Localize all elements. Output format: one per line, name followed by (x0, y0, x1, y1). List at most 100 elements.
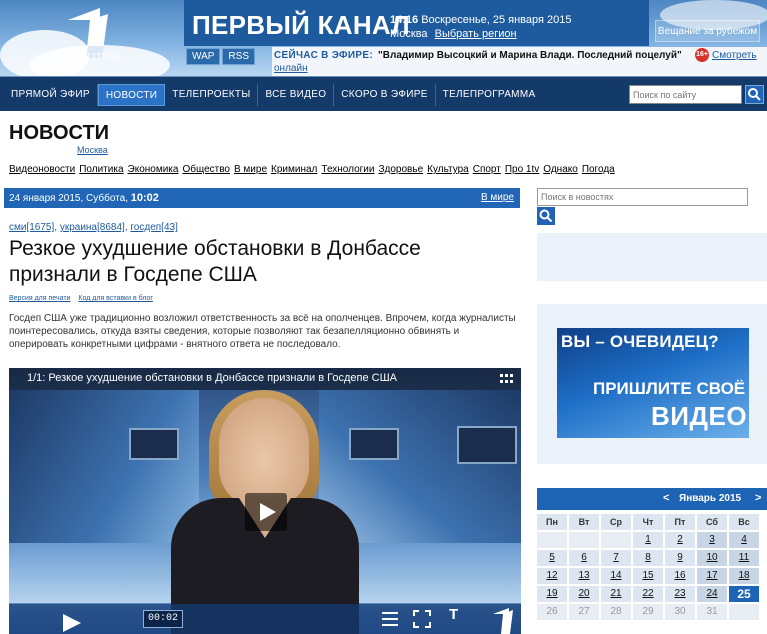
category-link[interactable]: Здоровье (378, 164, 423, 175)
category-link[interactable]: Однако (543, 164, 578, 175)
wap-button[interactable]: WAP (186, 48, 221, 65)
nav-item-news[interactable]: НОВОСТИ (97, 83, 166, 106)
calendar-day[interactable]: 14 (601, 568, 631, 584)
calendar-weekday: Пт (665, 514, 695, 530)
calendar-weekday: Чт (633, 514, 663, 530)
article-date-text: 24 января 2015, Суббота, (9, 193, 128, 204)
category-link[interactable]: Спорт (473, 164, 501, 175)
eyewitness-promo-banner[interactable]: ВЫ – ОЧЕВИДЕЦ? ПРИШЛИТЕ СВОЁ ВИДЕО (557, 328, 749, 438)
video-title-bar: 1/1: Резкое ухудшение обстановки в Донба… (9, 368, 521, 390)
video-player[interactable]: 1/1: Резкое ухудшение обстановки в Донба… (9, 368, 521, 634)
on-air-title[interactable]: "Владимир Высоцкий и Марина Влади. После… (378, 50, 682, 61)
calendar-day[interactable]: 8 (633, 550, 663, 566)
calendar-day[interactable]: 1 (633, 532, 663, 548)
search-icon (748, 88, 761, 101)
online-link[interactable]: онлайн (274, 63, 308, 74)
nav-item-projects[interactable]: ТЕЛЕПРОЕКТЫ (165, 83, 259, 106)
calendar-day: 31 (697, 604, 727, 620)
nav-item-all-video[interactable]: ВСЕ ВИДЕО (258, 83, 335, 106)
category-link[interactable]: В мире (234, 164, 267, 175)
rubric-link[interactable]: В мире (481, 192, 514, 203)
category-link[interactable]: Про 1tv (505, 164, 539, 175)
calendar-day[interactable]: 20 (569, 586, 599, 602)
tag-link[interactable]: украина[8684] (60, 222, 125, 233)
calendar-day[interactable]: 13 (569, 568, 599, 584)
calendar-day[interactable]: 7 (601, 550, 631, 566)
embed-code-link[interactable]: Код для вставки в блог (78, 295, 153, 302)
print-version-link[interactable]: Версия для печати (9, 295, 70, 302)
category-link[interactable]: Экономика (128, 164, 179, 175)
calendar-weekday: Вт (569, 514, 599, 530)
playlist-grid-icon[interactable] (500, 374, 513, 384)
nav-item-tv-guide[interactable]: ТЕЛЕПРОГРАММА (436, 84, 543, 106)
calendar-next-button[interactable]: > (755, 492, 761, 504)
calendar-prev-button[interactable]: < (663, 492, 669, 504)
calendar-day[interactable]: 16 (665, 568, 695, 584)
studio-screen (129, 428, 179, 460)
article-date: 24 января 2015, Суббота, 10:02 (9, 192, 159, 204)
watch-link[interactable]: Смотреть (712, 50, 757, 61)
calendar-day-today[interactable]: 25 (729, 586, 759, 602)
calendar-weekday: Вс (729, 514, 759, 530)
logo-url[interactable]: WWW.1TV.RU (66, 52, 121, 61)
site-search-button[interactable] (745, 85, 764, 104)
feed-buttons: WAP RSS (186, 48, 255, 65)
calendar-day[interactable]: 2 (665, 532, 695, 548)
calendar-day[interactable]: 5 (537, 550, 567, 566)
calendar-day[interactable]: 9 (665, 550, 695, 566)
current-datetime: 14:16 Воскресенье, 25 января 2015 (390, 14, 572, 26)
category-link[interactable]: Политика (79, 164, 123, 175)
category-link[interactable]: Криминал (271, 164, 317, 175)
fullscreen-icon[interactable] (413, 610, 431, 628)
calendar-day[interactable]: 17 (697, 568, 727, 584)
search-icon (539, 209, 553, 223)
tag-link[interactable]: госдеп[43] (130, 222, 177, 233)
subtitles-button[interactable]: T (449, 606, 458, 623)
video-time: 00:02 (143, 610, 183, 628)
news-search-input[interactable] (537, 188, 748, 206)
calendar-day: 28 (601, 604, 631, 620)
calendar-weekday: Ср (601, 514, 631, 530)
current-date: Воскресенье, 25 января 2015 (421, 14, 572, 26)
calendar-day[interactable]: 24 (697, 586, 727, 602)
control-play-icon[interactable] (63, 614, 81, 632)
calendar-day[interactable]: 10 (697, 550, 727, 566)
video-controls: 00:02 T (9, 604, 521, 634)
calendar-day[interactable]: 18 (729, 568, 759, 584)
promo-line-1: ВЫ – ОЧЕВИДЕЦ? (561, 332, 719, 351)
abroad-broadcast-button[interactable]: Вещание за рубежом (655, 20, 760, 42)
calendar-day[interactable]: 15 (633, 568, 663, 584)
category-link[interactable]: Технологии (321, 164, 374, 175)
play-overlay-button[interactable] (245, 493, 287, 531)
nav-item-live[interactable]: ПРЯМОЙ ЭФИР (4, 83, 98, 106)
choose-region-link[interactable]: Выбрать регион (435, 28, 517, 40)
calendar-day[interactable]: 4 (729, 532, 759, 548)
calendar-day[interactable]: 6 (569, 550, 599, 566)
region-sublink[interactable]: Москва (77, 145, 108, 155)
calendar-day[interactable]: 3 (697, 532, 727, 548)
news-search-button[interactable] (537, 207, 555, 225)
calendar-day[interactable]: 12 (537, 568, 567, 584)
nav-item-coming-soon[interactable]: СКОРО В ЭФИРЕ (334, 83, 436, 106)
category-link[interactable]: Культура (427, 164, 469, 175)
calendar-empty-cell (729, 604, 759, 620)
on-air-label: СЕЙЧАС В ЭФИРЕ: (274, 50, 373, 61)
tag-link[interactable]: сми[1675] (9, 222, 54, 233)
calendar-header: < Январь 2015 > (537, 488, 767, 510)
calendar-day[interactable]: 23 (665, 586, 695, 602)
site-header: WWW.1TV.RU ПЕРВЫЙ КАНАЛ 14:16 Воскресень… (0, 0, 767, 76)
brand-name[interactable]: ПЕРВЫЙ КАНАЛ (192, 10, 410, 41)
calendar-day[interactable]: 21 (601, 586, 631, 602)
site-search-input[interactable] (629, 85, 742, 104)
calendar-empty-cell (537, 532, 567, 548)
category-link[interactable]: Общество (182, 164, 230, 175)
studio-background (9, 390, 199, 550)
playlist-icon[interactable] (382, 612, 398, 626)
article-date-bar: 24 января 2015, Суббота, 10:02 В мире (4, 188, 520, 208)
category-link[interactable]: Видеоновости (9, 164, 75, 175)
calendar-day[interactable]: 11 (729, 550, 759, 566)
rss-button[interactable]: RSS (222, 48, 255, 65)
category-link[interactable]: Погода (582, 164, 615, 175)
calendar-day[interactable]: 22 (633, 586, 663, 602)
calendar-day[interactable]: 19 (537, 586, 567, 602)
